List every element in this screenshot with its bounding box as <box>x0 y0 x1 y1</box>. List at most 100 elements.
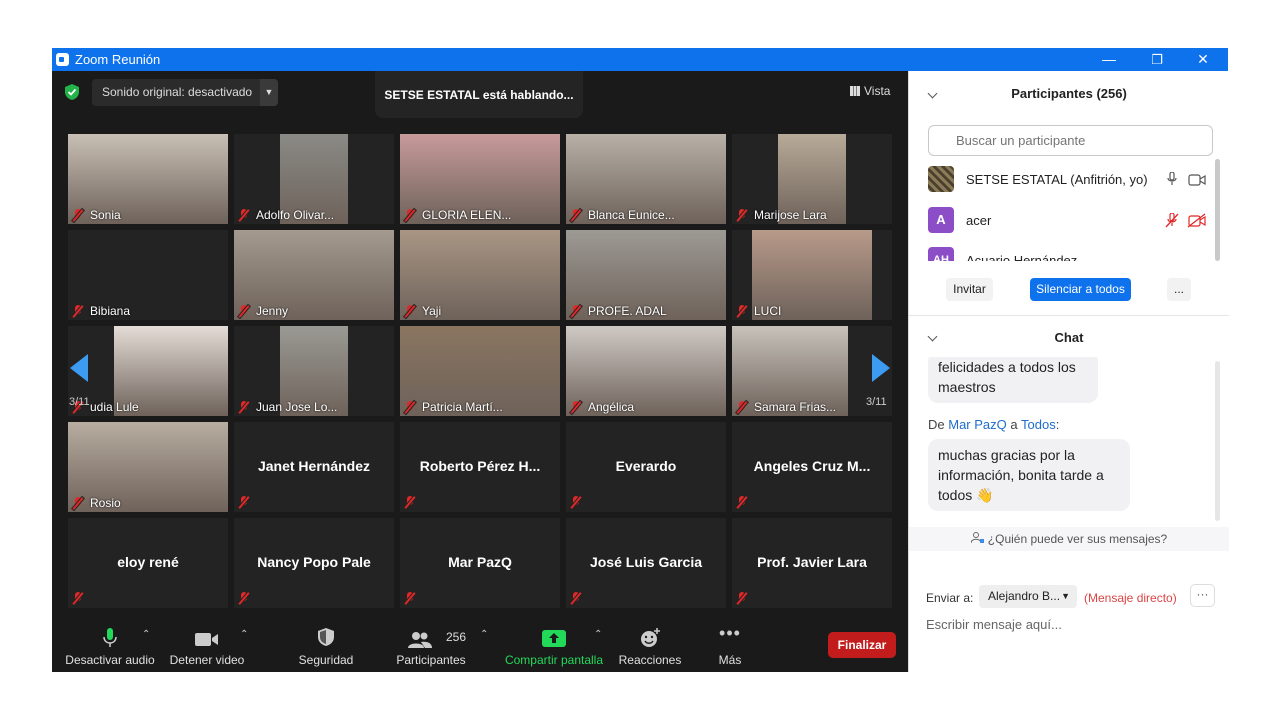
mute-all-button[interactable]: Silenciar a todos <box>1030 278 1131 301</box>
more-button[interactable]: ••• Más <box>702 623 758 672</box>
participant-video-icon[interactable] <box>1188 174 1206 186</box>
participant-video-off-icon[interactable] <box>1187 213 1207 228</box>
chat-more-button[interactable]: ··· <box>1190 584 1215 607</box>
participant-tile[interactable]: Prof. Javier Lara <box>732 518 892 608</box>
participant-tile[interactable]: Everardo <box>566 422 726 512</box>
participant-tile[interactable]: Patricia Martí... <box>400 326 560 416</box>
participant-name: Patricia Martí... <box>422 400 503 414</box>
mic-muted-icon <box>570 304 582 318</box>
chat-message-input[interactable]: Escribir mensaje aquí... <box>926 617 1062 632</box>
participant-mic-icon[interactable] <box>1167 172 1177 187</box>
original-sound-dropdown[interactable]: ▼ <box>260 79 278 106</box>
minimize-button[interactable]: — <box>1086 48 1132 71</box>
participant-name: Yaji <box>422 304 442 318</box>
participant-tile[interactable]: Angeles Cruz M... <box>732 422 892 512</box>
participant-tile[interactable]: Adolfo Olivar... <box>234 134 394 224</box>
encryption-shield-icon[interactable] <box>64 83 80 101</box>
share-screen-button[interactable]: Compartir pantalla <box>502 623 606 672</box>
participant-tile[interactable]: Yaji <box>400 230 560 320</box>
participant-tile[interactable]: Angélica <box>566 326 726 416</box>
participant-label: Angélica <box>570 400 634 414</box>
security-button[interactable]: Seguridad <box>286 623 366 672</box>
participant-tile[interactable]: Nancy Popo Pale <box>234 518 394 608</box>
participant-name: Samara Frias... <box>754 400 837 414</box>
stop-video-button[interactable]: Detener video <box>164 623 250 672</box>
close-button[interactable]: ✕ <box>1180 48 1226 71</box>
participant-label: PROFE. ADAL <box>570 304 667 318</box>
sender-name[interactable]: Mar PazQ <box>948 417 1007 432</box>
participant-tile[interactable]: José Luis Garcia <box>566 518 726 608</box>
reactions-button[interactable]: Reacciones <box>612 623 688 672</box>
original-sound-button[interactable]: Sonido original: desactivado <box>92 79 278 106</box>
audio-options-caret-icon[interactable]: ⌃ <box>142 629 150 640</box>
participant-tile[interactable]: Blanca Eunice... <box>566 134 726 224</box>
participant-tile[interactable]: Rosio <box>68 422 228 512</box>
zoom-window: Zoom Reunión — ❐ ✕ Sonido original: desa… <box>52 48 1229 672</box>
participant-label: Juan Jose Lo... <box>238 400 337 414</box>
direct-message-label: (Mensaje directo) <box>1084 591 1177 605</box>
mic-muted-icon <box>238 400 250 414</box>
mic-muted-icon <box>72 496 84 510</box>
participant-name: Blanca Eunice... <box>588 208 675 222</box>
participant-row[interactable]: SETSE ESTATAL (Anfitrión, yo) <box>928 166 1210 192</box>
participants-options-caret-icon[interactable]: ⌃ <box>480 629 488 640</box>
divider <box>909 315 1229 316</box>
previous-page-arrow-icon[interactable] <box>70 354 88 382</box>
mic-muted-icon <box>72 592 84 605</box>
participant-name: Marijose Lara <box>754 208 827 222</box>
participant-mic-muted-icon[interactable] <box>1165 213 1179 228</box>
participants-more-button[interactable]: ... <box>1167 278 1191 301</box>
video-options-caret-icon[interactable]: ⌃ <box>240 629 248 640</box>
participant-name: Janet Hernández <box>257 458 371 474</box>
recipient-name[interactable]: Todos <box>1021 417 1056 432</box>
participant-row[interactable]: A acer <box>928 207 1210 233</box>
participant-tile[interactable]: Sonia <box>68 134 228 224</box>
participant-name: Juan Jose Lo... <box>256 400 338 414</box>
participant-tile[interactable]: eloy rené <box>68 518 228 608</box>
participant-name: Nancy Popo Pale <box>257 554 371 570</box>
participant-tile[interactable]: Juan Jose Lo... <box>234 326 394 416</box>
share-options-caret-icon[interactable]: ⌃ <box>594 629 602 640</box>
participant-label: Yaji <box>404 304 441 318</box>
mic-muted-icon <box>404 304 416 318</box>
participants-button[interactable]: 256 Participantes <box>390 623 472 672</box>
recipient-dropdown[interactable]: Alejandro B... ▼ <box>979 585 1077 608</box>
participant-label: Marijose Lara <box>736 208 827 222</box>
chat-message: muchas gracias por la información, bonit… <box>928 439 1130 511</box>
active-speaker-banner: SETSE ESTATAL está hablando... <box>375 71 583 118</box>
participant-tile[interactable]: udia Lule <box>68 326 228 416</box>
participant-tile[interactable]: Roberto Pérez H... <box>400 422 560 512</box>
participant-tile[interactable]: Bibiana <box>68 230 228 320</box>
participants-scrollbar[interactable] <box>1215 159 1220 261</box>
who-sees-label: ¿Quién puede ver sus mensajes? <box>987 532 1168 546</box>
participant-tile[interactable]: GLORIA ELEN... <box>400 134 560 224</box>
participant-tile[interactable]: Mar PazQ <box>400 518 560 608</box>
invite-button[interactable]: Invitar <box>946 278 993 301</box>
view-button[interactable]: Vista <box>850 84 890 98</box>
participant-label: Jenny <box>238 304 288 318</box>
participant-name: Roberto Pérez H... <box>419 458 541 474</box>
participant-name: Rosio <box>90 496 121 510</box>
share-screen-icon <box>542 630 566 647</box>
title-bar: Zoom Reunión — ❐ ✕ <box>52 48 1228 71</box>
grid-view-icon <box>850 86 860 96</box>
participant-row[interactable]: AH Acuario Hernández <box>928 247 1210 261</box>
who-can-see-messages[interactable]: ¿Quién puede ver sus mensajes? <box>909 527 1229 551</box>
participant-label: Bibiana <box>72 304 130 318</box>
participant-label: Patricia Martí... <box>404 400 503 414</box>
zoom-app-icon <box>56 53 69 66</box>
end-meeting-button[interactable]: Finalizar <box>828 632 896 658</box>
participant-tile[interactable]: PROFE. ADAL <box>566 230 726 320</box>
view-label: Vista <box>864 84 891 98</box>
participant-tile[interactable]: Janet Hernández <box>234 422 394 512</box>
chat-scrollbar[interactable] <box>1215 361 1220 521</box>
restore-button[interactable]: ❐ <box>1134 48 1180 71</box>
participant-tile[interactable]: Marijose Lara <box>732 134 892 224</box>
participant-search-input[interactable] <box>928 125 1213 156</box>
mic-muted-icon <box>404 208 416 222</box>
chat-sender-line: De Mar PazQ a Todos: <box>928 417 1059 432</box>
participant-tile[interactable]: LUCI <box>732 230 892 320</box>
mic-muted-icon <box>736 304 748 318</box>
next-page-arrow-icon[interactable] <box>872 354 890 382</box>
participant-tile[interactable]: Jenny <box>234 230 394 320</box>
